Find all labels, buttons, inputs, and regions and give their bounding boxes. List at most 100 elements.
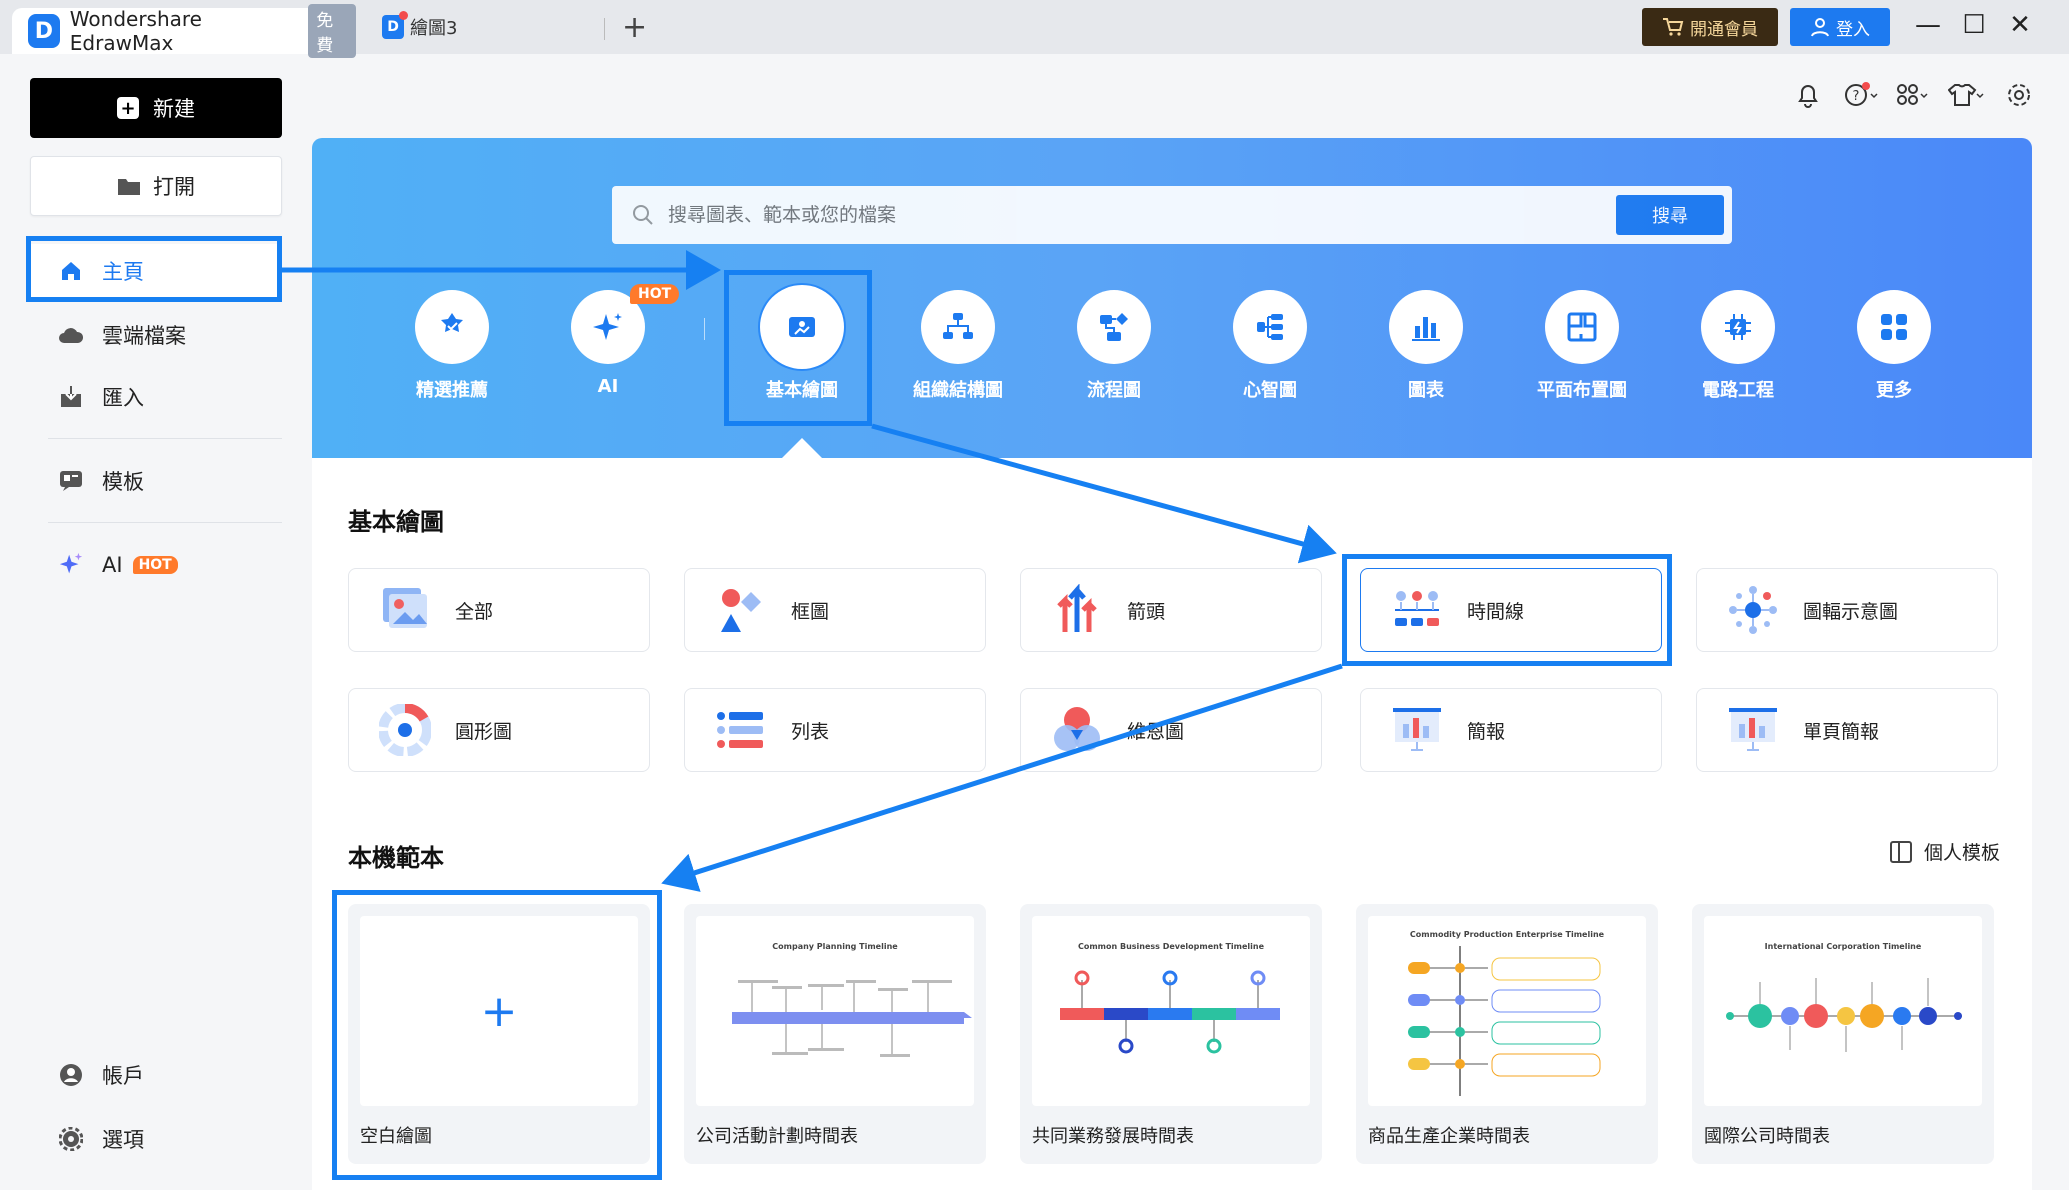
circuit-icon — [1701, 290, 1775, 364]
template-icon — [58, 468, 84, 494]
vip-button[interactable]: 開通會員 — [1642, 8, 1778, 46]
title-bar: D Wondershare EdrawMax 免費 D 繪圖3 + 開通會員 登… — [0, 0, 2069, 58]
timeline-thumbnail-graphic — [1726, 978, 1962, 1052]
sidebar-item-templates[interactable]: 模板 — [30, 454, 282, 508]
sidebar-item-account[interactable]: 帳戶 — [30, 1048, 282, 1102]
tile-arrows[interactable]: 箭頭 — [1020, 568, 1322, 652]
folder-icon — [118, 179, 140, 195]
app-name: Wondershare EdrawMax — [69, 7, 202, 55]
tile-circular-diagram[interactable]: 圓形圖 — [348, 688, 650, 772]
tile-label: 簡報 — [1467, 720, 1506, 743]
tile-label: 箭頭 — [1127, 600, 1166, 623]
tile-one-page-presentation[interactable]: 單頁簡報 — [1696, 688, 1998, 772]
flowchart-icon — [1077, 290, 1151, 364]
template-card-common-business[interactable]: Common Business Development Timeline 共同業… — [1020, 904, 1322, 1164]
sidebar-item-options[interactable]: 選項 — [30, 1112, 282, 1166]
new-tab-button[interactable]: + — [622, 10, 647, 46]
floor-plan-icon — [1545, 290, 1619, 364]
apps-grid-icon[interactable] — [1896, 82, 1930, 108]
tile-label: 框圖 — [791, 600, 830, 623]
notification-bell-icon[interactable] — [1796, 82, 1820, 108]
personal-templates-link[interactable]: 個人模板 — [1890, 838, 2000, 865]
tile-radial-diagram[interactable]: 圖輻示意圖 — [1696, 568, 1998, 652]
template-card-commodity-production[interactable]: Commodity Production Enterprise Timeline… — [1356, 904, 1658, 1164]
bar-chart-icon — [1389, 290, 1463, 364]
template-card-label: 共同業務發展時間表 — [1032, 1126, 1194, 1147]
category-circuit[interactable]: 電路工程 — [1668, 290, 1808, 402]
minimize-icon[interactable]: — — [1908, 10, 1948, 40]
help-icon[interactable]: ? — [1844, 82, 1880, 108]
timeline-thumbnail-graphic — [1060, 970, 1280, 1054]
org-chart-icon — [921, 290, 995, 364]
tile-label: 單頁簡報 — [1803, 720, 1880, 743]
open-button-label: 打開 — [153, 175, 195, 199]
close-icon[interactable]: ✕ — [2000, 10, 2040, 40]
category-more[interactable]: 更多 — [1824, 290, 1964, 402]
search-bar[interactable]: 搜尋 — [612, 186, 1732, 244]
category-mind-map[interactable]: 心智圖 — [1200, 290, 1340, 402]
category-floor-plan[interactable]: 平面布置圖 — [1512, 290, 1652, 402]
mind-map-icon — [1233, 290, 1307, 364]
tile-all[interactable]: 全部 — [348, 568, 650, 652]
radial-diagram-icon — [1729, 586, 1777, 634]
active-category-pointer — [782, 438, 822, 458]
template-card-company-planning[interactable]: Company Planning Timeline 公司活動計劃時間表 — [684, 904, 986, 1164]
featured-icon — [415, 290, 489, 364]
theme-shirt-icon[interactable] — [1948, 82, 1984, 108]
free-badge: 免費 — [308, 4, 356, 58]
open-button[interactable]: 打開 — [30, 156, 282, 216]
tile-presentation[interactable]: 簡報 — [1360, 688, 1662, 772]
template-card-international-corp[interactable]: International Corporation Timeline 國際公司時… — [1692, 904, 1994, 1164]
category-flowchart[interactable]: 流程圖 — [1044, 290, 1184, 402]
template-thumbnail: Company Planning Timeline — [696, 916, 974, 1106]
template-thumbnail: International Corporation Timeline — [1704, 916, 1982, 1106]
tile-label: 維恩圖 — [1127, 720, 1185, 743]
search-icon — [633, 205, 653, 225]
edrawmax-logo-icon: D — [28, 14, 60, 48]
tile-block-diagram[interactable]: 框圖 — [684, 568, 986, 652]
category-chart[interactable]: 圖表 — [1356, 290, 1496, 402]
category-label: 更多 — [1876, 380, 1912, 401]
category-ai[interactable]: AI — [538, 290, 678, 397]
document-tab-label: 繪圖3 — [410, 18, 458, 39]
sidebar-item-label: AI — [102, 553, 123, 577]
new-button[interactable]: + 新建 — [30, 78, 282, 138]
sidebar-item-label: 模板 — [102, 470, 144, 494]
hot-badge: HOT — [132, 556, 178, 574]
settings-gear-icon[interactable] — [2006, 82, 2032, 108]
section-title-basic: 基本繪圖 — [348, 508, 444, 536]
category-label: 圖表 — [1408, 380, 1444, 401]
sidebar-item-ai[interactable]: AI HOT — [30, 538, 282, 592]
new-button-label: 新建 — [153, 97, 195, 121]
search-input[interactable] — [668, 204, 1548, 226]
search-button[interactable]: 搜尋 — [1616, 195, 1724, 235]
document-tab[interactable]: D 繪圖3 — [382, 11, 458, 40]
annotation-box-home — [26, 236, 282, 302]
login-button[interactable]: 登入 — [1790, 8, 1890, 46]
timeline-thumbnail-graphic — [1408, 946, 1601, 1096]
category-featured[interactable]: 精選推薦 — [382, 290, 522, 402]
category-org-chart[interactable]: 組織結構圖 — [888, 290, 1028, 402]
template-thumbnail: Commodity Production Enterprise Timeline — [1368, 916, 1646, 1106]
category-label: 平面布置圖 — [1537, 380, 1627, 401]
ai-sparkle-icon — [58, 552, 84, 578]
sidebar-item-cloud-files[interactable]: 雲端檔案 — [30, 308, 282, 362]
import-icon — [58, 384, 84, 410]
maximize-icon[interactable]: ☐ — [1954, 10, 1994, 40]
sidebar-item-label: 雲端檔案 — [102, 324, 186, 348]
sidebar-item-import[interactable]: 匯入 — [30, 370, 282, 424]
presentation-icon — [1393, 708, 1441, 751]
sidebar-divider — [48, 522, 282, 523]
tile-label: 圓形圖 — [455, 720, 513, 743]
tile-venn-diagram[interactable]: 維恩圖 — [1020, 688, 1322, 772]
category-label: 心智圖 — [1243, 380, 1297, 401]
sidebar-item-label: 選項 — [102, 1128, 144, 1152]
app-tab[interactable]: D Wondershare EdrawMax 免費 — [12, 4, 356, 58]
timeline-thumbnail-graphic — [732, 980, 972, 1057]
document-icon: D — [382, 11, 408, 39]
arrows-icon — [1057, 584, 1097, 632]
svg-text:?: ? — [1853, 89, 1860, 104]
panel-icon — [1890, 840, 1912, 863]
settings-icon — [58, 1126, 84, 1152]
tile-list[interactable]: 列表 — [684, 688, 986, 772]
